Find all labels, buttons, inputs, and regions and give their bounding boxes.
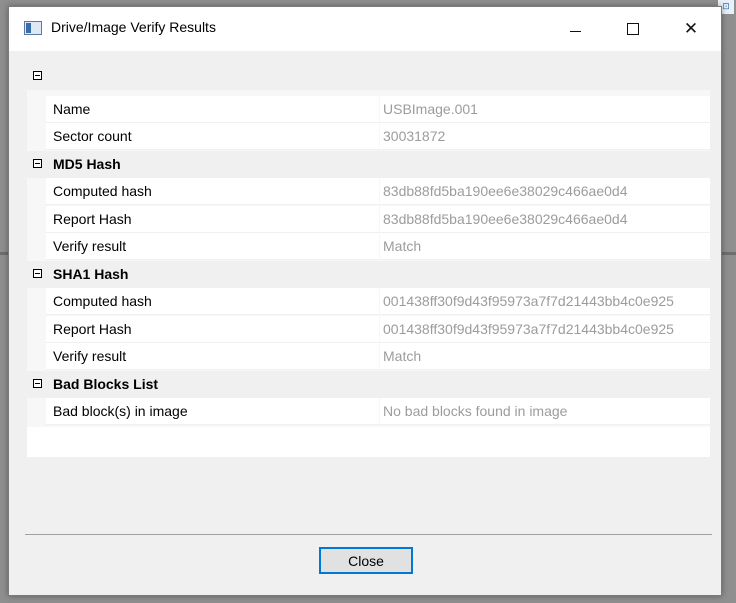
property-value: 001438ff30f9d43f95973a7f7d21443bb4c0e925 <box>383 293 674 309</box>
property-row-md5-report[interactable]: Report Hash 83db88fd5ba190ee6e38029c466a… <box>27 206 710 233</box>
close-button[interactable]: Close <box>319 547 413 574</box>
collapse-icon[interactable] <box>33 71 42 80</box>
category-row-sha1[interactable]: SHA1 Hash <box>27 261 710 288</box>
property-value: USBImage.001 <box>383 101 478 117</box>
property-value: No bad blocks found in image <box>383 403 568 419</box>
maximize-icon <box>627 23 639 35</box>
minimize-button[interactable] <box>552 7 598 51</box>
app-window-icon <box>24 21 42 35</box>
property-name: Sector count <box>53 128 132 144</box>
property-grid[interactable]: Name USBImage.001 Sector count 30031872 … <box>27 63 710 457</box>
category-label: MD5 Hash <box>53 156 121 172</box>
property-row-bad-blocks[interactable]: Bad block(s) in image No bad blocks foun… <box>27 398 710 425</box>
footer-separator <box>25 534 712 535</box>
property-value: 83db88fd5ba190ee6e38029c466ae0d4 <box>383 211 628 227</box>
category-row-general[interactable] <box>27 63 710 90</box>
property-name: Verify result <box>53 238 127 254</box>
collapse-icon[interactable] <box>33 159 42 168</box>
maximize-button[interactable] <box>610 7 656 51</box>
close-window-button[interactable]: ✕ <box>668 7 714 51</box>
property-value: 83db88fd5ba190ee6e38029c466ae0d4 <box>383 183 628 199</box>
grid-empty-area <box>27 427 710 457</box>
property-row-md5-verify[interactable]: Verify result Match <box>27 233 710 260</box>
category-label: SHA1 Hash <box>53 266 129 282</box>
close-icon: ✕ <box>683 18 699 39</box>
category-label: Bad Blocks List <box>53 376 159 392</box>
property-value: 001438ff30f9d43f95973a7f7d21443bb4c0e925 <box>383 321 674 337</box>
property-row-sha1-report[interactable]: Report Hash 001438ff30f9d43f95973a7f7d21… <box>27 316 710 343</box>
minimize-icon <box>569 30 581 32</box>
title-bar[interactable]: Drive/Image Verify Results ✕ <box>9 7 721 51</box>
property-name: Verify result <box>53 348 127 364</box>
property-row-name[interactable]: Name USBImage.001 <box>27 96 710 123</box>
collapse-icon[interactable] <box>33 269 42 278</box>
category-row-bad-blocks[interactable]: Bad Blocks List <box>27 371 710 398</box>
property-name: Report Hash <box>53 211 132 227</box>
property-row-sector-count[interactable]: Sector count 30031872 <box>27 123 710 150</box>
property-value: Match <box>383 238 422 254</box>
verify-results-dialog: Drive/Image Verify Results ✕ Name USBIma… <box>8 6 722 596</box>
property-row-md5-computed[interactable]: Computed hash 83db88fd5ba190ee6e38029c46… <box>27 178 710 205</box>
category-row-md5[interactable]: MD5 Hash <box>27 151 710 178</box>
property-value: Match <box>383 348 422 364</box>
property-row-sha1-verify[interactable]: Verify result Match <box>27 343 710 370</box>
property-row-sha1-computed[interactable]: Computed hash 001438ff30f9d43f95973a7f7d… <box>27 288 710 315</box>
property-name: Computed hash <box>53 183 152 199</box>
property-name: Computed hash <box>53 293 152 309</box>
property-name: Bad block(s) in image <box>53 403 188 419</box>
property-value: 30031872 <box>383 128 446 144</box>
collapse-icon[interactable] <box>33 379 42 388</box>
window-title: Drive/Image Verify Results <box>51 19 216 35</box>
property-name: Report Hash <box>53 321 132 337</box>
property-name: Name <box>53 101 91 117</box>
